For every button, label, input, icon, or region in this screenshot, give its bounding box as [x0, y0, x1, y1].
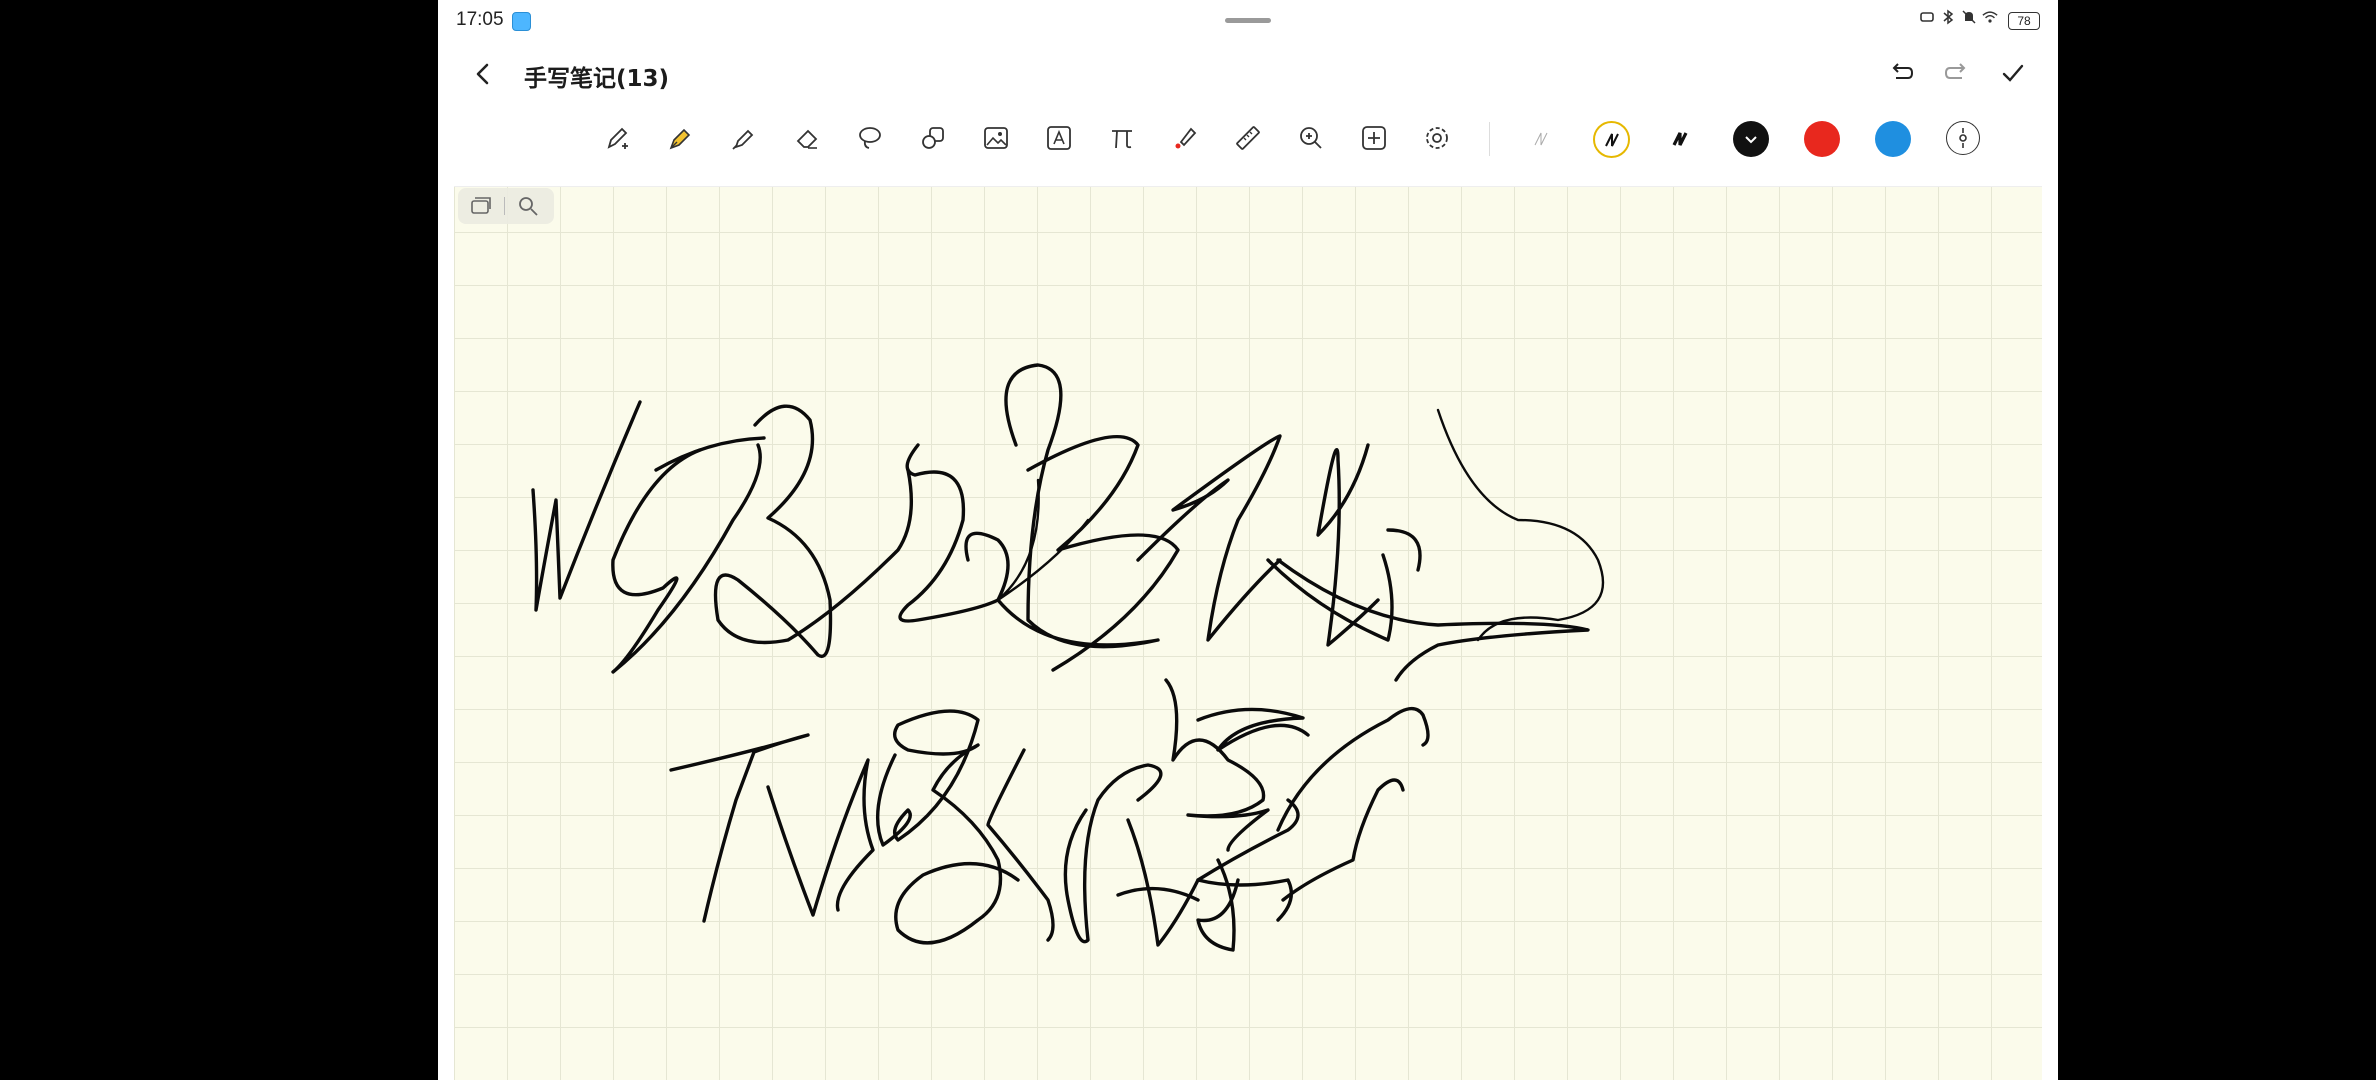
pages-icon: [471, 197, 491, 214]
wifi-icon: [1982, 9, 1998, 25]
note-canvas[interactable]: [454, 186, 2042, 1080]
text-box-button[interactable]: [1039, 118, 1079, 158]
title-bar: 手写笔记(13): [438, 44, 2058, 104]
stroke-width-medium[interactable]: [1593, 121, 1630, 158]
gesture-handle[interactable]: [1225, 18, 1271, 23]
zoom-icon: [1300, 127, 1322, 149]
laser-pointer-icon: [1175, 127, 1197, 149]
color-wheel-icon: [1959, 128, 1967, 148]
ruler-icon: [1236, 126, 1260, 150]
eraser-icon: [796, 129, 818, 149]
undo-icon: [1892, 63, 1914, 79]
toolbar-divider: [1489, 122, 1490, 156]
add-page-button[interactable]: [1354, 118, 1394, 158]
add-page-icon: [1362, 126, 1386, 150]
shapes-icon: [922, 127, 944, 149]
drawing-toolbar: [438, 112, 2058, 166]
back-button[interactable]: [470, 61, 496, 87]
pen-plus-icon: [607, 127, 628, 149]
stroke-thick-icon: [1672, 132, 1688, 146]
bluetooth-icon: [1940, 9, 1956, 25]
pen-plus-button[interactable]: [598, 118, 638, 158]
highlighter-icon: [732, 129, 754, 150]
nfc-icon: [1919, 9, 1935, 25]
search-button[interactable]: [505, 188, 551, 224]
settings-icon: [1426, 127, 1448, 149]
check-icon: [2002, 64, 2024, 82]
page-title: 手写笔记(13): [524, 66, 670, 92]
highlighter-button[interactable]: [723, 118, 763, 158]
settings-button[interactable]: [1417, 118, 1457, 158]
confirm-button[interactable]: [1998, 58, 2028, 88]
lasso-icon: [859, 127, 881, 149]
pages-button[interactable]: [458, 188, 504, 224]
eraser-button[interactable]: [787, 118, 827, 158]
color-black-selected[interactable]: [1733, 121, 1769, 157]
status-bar: 17:05 78: [438, 0, 2058, 44]
search-icon: [519, 197, 538, 216]
laser-pointer-button[interactable]: [1165, 118, 1205, 158]
image-button[interactable]: [976, 118, 1016, 158]
mute-icon: [1961, 9, 1977, 25]
text-box-icon: [1047, 126, 1071, 150]
page-controls: [458, 188, 554, 224]
formula-pi-icon: [1112, 130, 1132, 149]
status-icons: [1919, 9, 1998, 25]
shapes-button[interactable]: [913, 118, 953, 158]
stroke-thin-icon: [1534, 132, 1548, 146]
chevron-down-icon: [1745, 136, 1757, 144]
lasso-button[interactable]: [850, 118, 890, 158]
chevron-left-icon: [476, 63, 489, 85]
zoom-button[interactable]: [1291, 118, 1331, 158]
formula-button[interactable]: [1102, 118, 1142, 158]
color-picker-button[interactable]: [1946, 121, 1980, 155]
image-icon: [984, 127, 1008, 149]
stroke-medium-icon: [1604, 133, 1619, 146]
ruler-button[interactable]: [1228, 118, 1268, 158]
color-blue[interactable]: [1875, 121, 1911, 157]
fountain-pen-button[interactable]: [660, 118, 700, 158]
fountain-pen-icon: [669, 128, 691, 150]
battery-icon: 78: [2008, 12, 2040, 30]
stroke-width-thick[interactable]: [1662, 121, 1698, 157]
redo-icon: [1944, 63, 1966, 79]
color-red[interactable]: [1804, 121, 1840, 157]
undo-button[interactable]: [1886, 58, 1916, 88]
tablet-screen: 17:05 78 手写笔记(13): [438, 0, 2058, 1080]
stroke-width-thin[interactable]: [1523, 121, 1559, 157]
top-actions: [1886, 58, 2028, 88]
redo-button[interactable]: [1942, 58, 1972, 88]
gallery-notification-icon: [512, 12, 531, 31]
status-time: 17:05: [456, 9, 504, 30]
